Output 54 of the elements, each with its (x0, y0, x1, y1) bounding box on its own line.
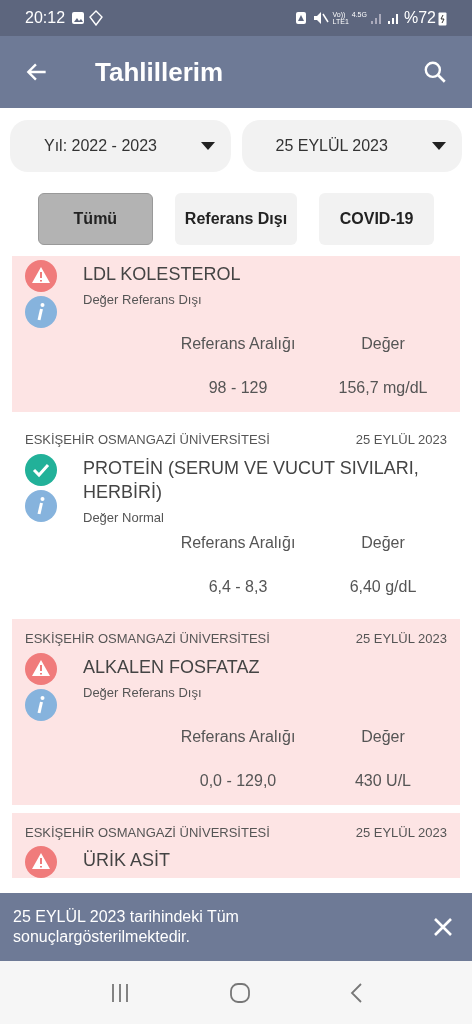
filter-tab[interactable]: Tümü (37, 193, 153, 245)
navigation-icon (89, 10, 104, 26)
signal-icon (369, 12, 384, 24)
hospital-name: ESKİŞEHİR OSMANGAZİ ÜNİVERSİTESİ (25, 823, 270, 842)
mute-icon (312, 11, 329, 25)
home-icon[interactable] (229, 981, 251, 1004)
info-icon[interactable] (25, 688, 57, 721)
reference-range: 6,4 - 8,3 (207, 577, 269, 597)
result-note: Değer Referans Dışı (83, 291, 203, 309)
signal-icon (386, 12, 401, 24)
dropdown[interactable]: Yıl: 2022 - 2023 (10, 120, 231, 172)
close-icon[interactable] (432, 916, 454, 938)
column-label: Referans Aralığı (179, 726, 297, 747)
warning-icon (25, 652, 57, 685)
result-note: Değer Referans Dışı (83, 683, 203, 702)
result-date: 25 EYLÜL 2023 (355, 630, 447, 648)
reference-range: 98 - 129 (207, 378, 269, 398)
info-icon[interactable] (25, 296, 57, 328)
test-name: ALKALEN FOSFATAZ (83, 655, 261, 679)
result-note: Değer Normal (83, 508, 165, 527)
column-label: Değer (360, 334, 406, 354)
recent-apps-icon[interactable] (109, 982, 131, 1003)
filter-tab[interactable]: COVID-19 (319, 193, 435, 245)
warning-icon (25, 260, 57, 292)
hospital-name: ESKİŞEHİR OSMANGAZİ ÜNİVERSİTESİ (25, 431, 270, 449)
warning-icon (25, 846, 57, 878)
back-icon[interactable] (349, 981, 363, 1004)
reference-range: 0,0 - 129,0 (198, 770, 278, 791)
dropdown-caret-icon (432, 142, 446, 150)
result-date: 25 EYLÜL 2023 (355, 823, 447, 842)
battery-level: %72 (403, 8, 436, 28)
battery-icon (438, 10, 447, 26)
result-value: 430 U/L (353, 770, 412, 791)
info-icon[interactable] (25, 489, 57, 522)
search-icon[interactable] (422, 59, 448, 85)
status-time: 20:12 (25, 8, 66, 28)
test-name: PROTEİN (SERUM VE VUCUT SIVILARI, HERBİRİ) (83, 456, 420, 504)
result-value: 6,40 g/dL (348, 577, 418, 597)
test-name: ÜRİK ASİT (83, 849, 172, 872)
column-label: Referans Aralığı (179, 533, 297, 553)
dropdown[interactable]: 25 EYLÜL 2023 (241, 120, 462, 172)
snackbar-message: 25 EYLÜL 2023 tarihindeki Tüm sonuçlargösterilmektedir. (13, 907, 240, 947)
test-name: LDL KOLESTEROL (83, 263, 242, 286)
dropdown-caret-icon (200, 142, 215, 150)
filter-tab[interactable]: Referans Dışı (174, 193, 298, 245)
result-date: 25 EYLÜL 2023 (355, 431, 447, 449)
column-label: Değer (360, 726, 406, 747)
check-icon (25, 453, 57, 486)
column-label: Değer (360, 533, 406, 553)
column-label: Referans Aralığı (179, 334, 297, 354)
result-value: 156,7 mg/dL (337, 378, 429, 398)
image-icon (71, 11, 86, 25)
hospital-name: ESKİŞEHİR OSMANGAZİ ÜNİVERSİTESİ (25, 630, 270, 648)
app-title: Tahlillerim (95, 55, 224, 89)
